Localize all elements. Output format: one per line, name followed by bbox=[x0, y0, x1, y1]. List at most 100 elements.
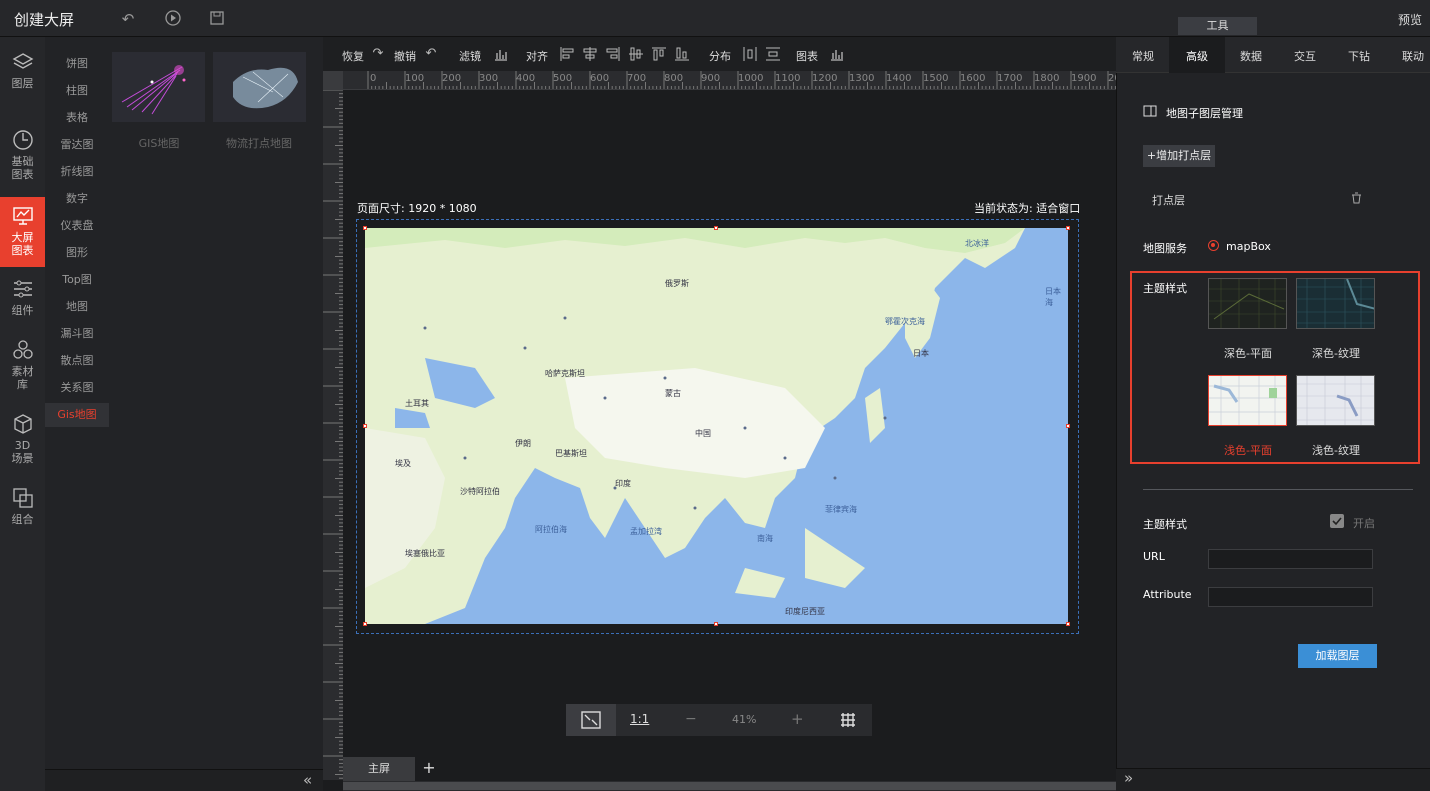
align-left-icon[interactable] bbox=[559, 46, 575, 62]
screen-tab-main[interactable]: 主屏 bbox=[343, 757, 415, 781]
map-service-radio[interactable] bbox=[1208, 240, 1219, 251]
map-label: 北冰洋 bbox=[965, 239, 989, 248]
category-item[interactable]: 柱图 bbox=[45, 79, 109, 103]
actual-size-button[interactable]: 1:1 bbox=[630, 712, 649, 726]
logistics-map-thumbnail[interactable] bbox=[213, 52, 306, 122]
align-label[interactable]: 对齐 bbox=[526, 48, 548, 64]
add-point-layer-button[interactable]: +增加打点层 bbox=[1143, 145, 1215, 167]
fit-window-button[interactable] bbox=[566, 704, 616, 736]
category-item[interactable]: 漏斗图 bbox=[45, 322, 109, 346]
align-middle-icon[interactable] bbox=[628, 46, 644, 62]
rail-item-layers[interactable]: 图层 bbox=[0, 51, 45, 101]
distribute-h-icon[interactable] bbox=[742, 46, 758, 62]
ruler-label: 1900 bbox=[1071, 73, 1097, 84]
tab-general[interactable]: 常规 bbox=[1132, 48, 1154, 64]
resize-handle[interactable] bbox=[714, 622, 718, 626]
resize-handle[interactable] bbox=[363, 622, 367, 626]
theme-light-flat-thumbnail[interactable] bbox=[1208, 375, 1287, 426]
ruler-label: 300 bbox=[479, 73, 499, 84]
add-screen-button[interactable]: + bbox=[419, 757, 439, 781]
tab-interaction[interactable]: 交互 bbox=[1294, 48, 1316, 64]
tab-drilldown[interactable]: 下钻 bbox=[1348, 48, 1370, 64]
horizontal-ruler: 0 100 200 300 400 500 600 700 800 900 10… bbox=[343, 71, 1116, 90]
collapse-right-icon[interactable]: » bbox=[1124, 769, 1133, 787]
tab-data[interactable]: 数据 bbox=[1240, 48, 1262, 64]
category-item[interactable]: 数字 bbox=[45, 187, 109, 211]
horizontal-scrollbar[interactable] bbox=[343, 781, 1116, 791]
app-title: 创建大屏 bbox=[14, 11, 75, 29]
category-item[interactable]: 图形 bbox=[45, 241, 109, 265]
load-layer-button[interactable]: 加载图层 bbox=[1298, 644, 1377, 668]
chart-label[interactable]: 图表 bbox=[796, 48, 818, 64]
grid-toggle-button[interactable] bbox=[824, 704, 872, 736]
category-item[interactable]: 仪表盘 bbox=[45, 214, 109, 238]
preview-button[interactable]: 预览 bbox=[1398, 11, 1422, 28]
ruler-label: 1600 bbox=[960, 73, 986, 84]
redo-label[interactable]: 恢复 bbox=[342, 48, 364, 64]
chart-icon[interactable] bbox=[829, 46, 845, 62]
tool-tab[interactable]: 工具 bbox=[1178, 17, 1257, 35]
gis-map-widget[interactable]: 鄂霍次克海 日本海 北冰洋 阿拉伯海 孟加拉湾 菲律宾海 南海 蒙古 中国 印度… bbox=[365, 228, 1068, 624]
ruler-label: 400 bbox=[516, 73, 536, 84]
map-label: 日本 bbox=[913, 349, 929, 358]
category-item[interactable]: 关系图 bbox=[45, 376, 109, 400]
theme-light-texture-thumbnail[interactable] bbox=[1296, 375, 1375, 426]
rail-item-components[interactable]: 组件 bbox=[0, 278, 45, 322]
tab-linkage[interactable]: 联动 bbox=[1402, 48, 1424, 64]
align-bottom-icon[interactable] bbox=[674, 46, 690, 62]
ruler-label: 20 bbox=[1108, 73, 1116, 84]
back-icon[interactable]: ↶ bbox=[118, 9, 138, 29]
filter-chart-icon[interactable] bbox=[493, 46, 509, 62]
filter-label[interactable]: 滤镜 bbox=[459, 48, 481, 64]
theme-dark-flat-thumbnail[interactable] bbox=[1208, 278, 1287, 329]
category-item[interactable]: 表格 bbox=[45, 106, 109, 130]
category-item[interactable]: 散点图 bbox=[45, 349, 109, 373]
ruler-label: 500 bbox=[553, 73, 573, 84]
resize-handle[interactable] bbox=[714, 226, 718, 230]
sublayer-icon bbox=[1143, 104, 1158, 121]
zoom-out-button[interactable]: − bbox=[685, 711, 697, 727]
map-label: 沙特阿拉伯 bbox=[460, 487, 500, 496]
rail-item-materials[interactable]: 素材 库 bbox=[0, 339, 45, 395]
ruler-label: 700 bbox=[627, 73, 647, 84]
rail-item-basic-charts[interactable]: 基础 图表 bbox=[0, 129, 45, 185]
zoom-in-button[interactable]: + bbox=[791, 710, 804, 728]
rail-label: 基础 图表 bbox=[11, 155, 34, 181]
align-top-icon[interactable] bbox=[651, 46, 667, 62]
gis-map-thumbnail[interactable] bbox=[112, 52, 205, 122]
category-item[interactable]: 折线图 bbox=[45, 160, 109, 184]
resize-handle[interactable] bbox=[363, 226, 367, 230]
align-right-icon[interactable] bbox=[605, 46, 621, 62]
theme-dark-texture-thumbnail[interactable] bbox=[1296, 278, 1375, 329]
redo-icon[interactable]: ↷ bbox=[370, 46, 386, 62]
save-icon[interactable] bbox=[207, 9, 227, 29]
distribute-label[interactable]: 分布 bbox=[709, 48, 731, 64]
resize-handle[interactable] bbox=[363, 424, 367, 428]
category-item[interactable]: 地图 bbox=[45, 295, 109, 319]
play-icon[interactable] bbox=[163, 9, 183, 29]
category-item[interactable]: Top图 bbox=[45, 268, 109, 292]
category-item[interactable]: 雷达图 bbox=[45, 133, 109, 157]
trash-icon[interactable] bbox=[1351, 192, 1362, 207]
align-center-h-icon[interactable] bbox=[582, 46, 598, 62]
distribute-v-icon[interactable] bbox=[765, 46, 781, 62]
resize-handle[interactable] bbox=[1066, 424, 1070, 428]
undo-icon[interactable]: ↶ bbox=[423, 46, 439, 62]
tab-advanced[interactable]: 高级 bbox=[1186, 48, 1208, 64]
resize-handle[interactable] bbox=[1066, 622, 1070, 626]
rail-item-group[interactable]: 组合 bbox=[0, 487, 45, 531]
map-label: 南海 bbox=[757, 534, 773, 543]
resize-handle[interactable] bbox=[1066, 226, 1070, 230]
attribute-input[interactable] bbox=[1208, 587, 1373, 607]
category-item[interactable]: 饼图 bbox=[45, 52, 109, 76]
collapse-left-icon[interactable]: « bbox=[303, 771, 312, 789]
point-layer-name[interactable]: 打点层 bbox=[1152, 192, 1185, 208]
url-input[interactable] bbox=[1208, 549, 1373, 569]
category-item-gis-active[interactable]: Gis地图 bbox=[45, 403, 109, 427]
theme-label: 深色-纹理 bbox=[1312, 347, 1360, 360]
rail-item-screen-charts[interactable]: 大屏 图表 bbox=[0, 197, 45, 267]
rail-item-3d-scene[interactable]: 3D 场景 bbox=[0, 413, 45, 469]
map-label: 鄂霍次克海 bbox=[885, 317, 925, 326]
undo-label[interactable]: 撤销 bbox=[394, 48, 416, 64]
enable-checkbox[interactable] bbox=[1330, 514, 1344, 528]
